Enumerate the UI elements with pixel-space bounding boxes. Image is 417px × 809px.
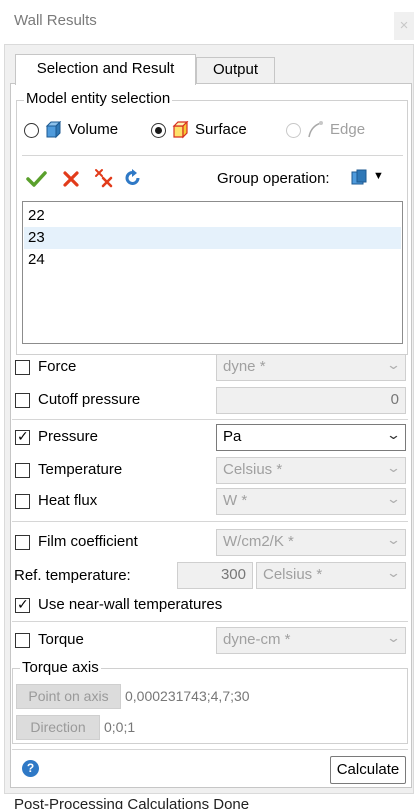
tab-selection-and-result[interactable]: Selection and Result — [15, 54, 196, 85]
list-item-selected[interactable]: 23 — [24, 227, 401, 249]
calculate-button[interactable]: Calculate — [330, 756, 406, 784]
divider — [12, 749, 408, 750]
tab-output[interactable]: Output — [196, 57, 275, 83]
chevron-down-icon: ⌄ — [385, 630, 402, 645]
temperature-checkbox[interactable] — [15, 463, 30, 478]
radio-volume-label[interactable]: Volume — [68, 121, 118, 138]
pressure-unit-select[interactable]: Pa ⌄ — [216, 424, 406, 451]
force-label: Force — [38, 358, 77, 375]
cutoff-pressure-checkbox[interactable] — [15, 393, 30, 408]
chevron-down-icon: ⌄ — [385, 532, 402, 547]
heat-flux-checkbox[interactable] — [15, 494, 30, 509]
torque-unit-value: dyne-cm * — [223, 631, 291, 648]
cutoff-pressure-label: Cutoff pressure — [38, 391, 141, 408]
volume-cube-icon — [45, 121, 62, 139]
torque-label: Torque — [38, 631, 84, 648]
near-wall-checkbox[interactable]: ✓ — [15, 596, 30, 613]
divider — [12, 521, 408, 522]
edge-curve-icon — [308, 121, 323, 138]
pressure-label: Pressure — [38, 428, 99, 445]
surface-cube-icon — [172, 121, 189, 139]
torque-unit-select: dyne-cm * ⌄ — [216, 627, 406, 654]
direction-value: 0;0;1 — [104, 719, 136, 735]
radio-volume[interactable] — [24, 123, 39, 138]
force-unit-select: dyne * ⌄ — [216, 354, 406, 381]
divider — [22, 155, 403, 156]
heat-flux-label: Heat flux — [38, 492, 98, 509]
temperature-unit-value: Celsius * — [223, 461, 283, 478]
title-bar: Wall Results × — [0, 0, 417, 44]
divider — [12, 621, 408, 622]
list-item[interactable]: 22 — [24, 205, 401, 227]
torque-axis-group-label: Torque axis — [20, 659, 101, 676]
film-coefficient-unit-value: W/cm2/K * — [223, 533, 294, 550]
window-title: Wall Results — [14, 12, 97, 29]
ref-temperature-unit-select: Celsius * ⌄ — [256, 562, 406, 589]
pressure-unit-value: Pa — [223, 428, 242, 445]
list-item[interactable]: 24 — [24, 249, 401, 271]
chevron-down-icon: ⌄ — [385, 491, 402, 506]
direction-button: Direction — [16, 715, 100, 740]
delete-x-icon[interactable] — [63, 171, 79, 187]
near-wall-label: Use near-wall temperatures — [38, 596, 223, 613]
check-arrow-icon[interactable] — [26, 170, 48, 188]
check-icon: ✓ — [17, 428, 29, 444]
radio-surface-label[interactable]: Surface — [195, 121, 247, 138]
radio-selected-dot — [155, 127, 162, 134]
chevron-down-icon: ⌄ — [385, 427, 402, 442]
cutoff-pressure-field: 0 — [216, 387, 406, 414]
model-entity-group-label: Model entity selection — [24, 90, 173, 107]
divider — [12, 419, 408, 420]
radio-surface[interactable] — [151, 123, 166, 138]
point-on-axis-button: Point on axis — [16, 684, 121, 709]
heat-flux-unit-select: W * ⌄ — [216, 488, 406, 515]
ref-temperature-unit-value: Celsius * — [263, 566, 323, 583]
chevron-down-icon[interactable]: ▼ — [373, 170, 384, 182]
group-operation-label: Group operation: — [217, 170, 330, 187]
status-bar: Post-Processing Calculations Done — [0, 794, 417, 809]
film-coefficient-checkbox[interactable] — [15, 535, 30, 550]
temperature-unit-select: Celsius * ⌄ — [216, 457, 406, 484]
ref-temperature-field: 300 — [177, 562, 253, 589]
radio-edge-label: Edge — [330, 121, 366, 138]
radio-edge — [286, 123, 301, 138]
film-coefficient-label: Film coefficient — [38, 533, 138, 550]
force-unit-value: dyne * — [223, 358, 266, 375]
film-coefficient-unit-select: W/cm2/K * ⌄ — [216, 529, 406, 556]
group-cube-icon[interactable] — [350, 169, 370, 187]
entity-list[interactable]: 22 23 24 — [22, 201, 403, 344]
point-on-axis-value: 0,000231743;4,7;30 — [125, 688, 250, 704]
chevron-down-icon: ⌄ — [385, 357, 402, 372]
refresh-icon[interactable] — [124, 169, 142, 187]
status-text: Post-Processing Calculations Done — [14, 796, 250, 809]
temperature-label: Temperature — [38, 461, 123, 478]
pressure-checkbox[interactable]: ✓ — [15, 428, 30, 445]
close-button[interactable]: × — [394, 12, 414, 40]
check-icon: ✓ — [17, 596, 29, 612]
torque-checkbox[interactable] — [15, 633, 30, 648]
help-icon[interactable]: ? — [22, 760, 39, 777]
heat-flux-unit-value: W * — [223, 492, 248, 509]
chevron-down-icon: ⌄ — [385, 565, 402, 580]
delete-all-icon[interactable] — [94, 168, 114, 188]
ref-temperature-label: Ref. temperature: — [14, 567, 131, 584]
chevron-down-icon: ⌄ — [385, 460, 402, 475]
force-checkbox[interactable] — [15, 360, 30, 375]
